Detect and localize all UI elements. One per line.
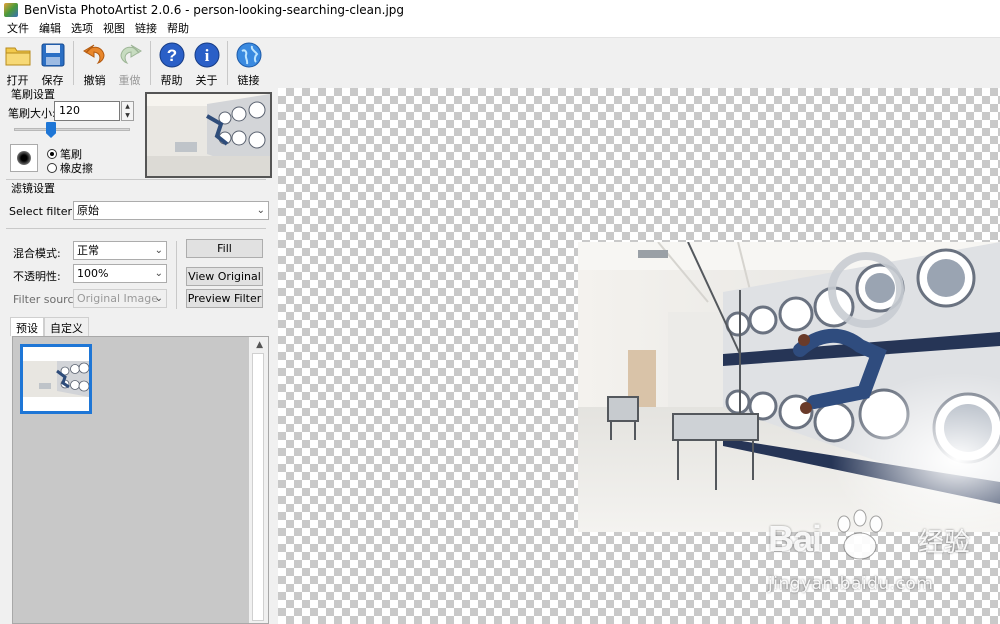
chevron-down-icon: ⌄ [154,245,163,256]
chevron-down-icon: ⌄ [256,205,265,216]
filter-source-value: Original Image [77,292,158,305]
menu-help[interactable]: 帮助 [162,20,194,38]
redo-arrow-icon [116,41,144,69]
preset-tabs: 预设 自定义 [10,317,89,336]
canvas-photo [578,242,1000,532]
scrollbar-thumb[interactable] [252,353,264,621]
toolbar-separator [227,41,228,85]
stepper-down-icon[interactable]: ▼ [122,111,133,120]
paw-print-icon [837,509,883,560]
brush-size-label: 笔刷大小: [8,107,56,120]
menu-edit[interactable]: 编辑 [34,20,66,38]
stepper-up-icon[interactable]: ▲ [122,102,133,111]
toolbar-separator [73,41,74,85]
brush-size-input[interactable]: 120 [54,101,120,121]
about-button[interactable]: i 关于 [189,41,224,88]
opacity-select[interactable]: 100% ⌄ [73,264,167,283]
settings-panel: 笔刷设置 笔刷大小: 120 ▲ ▼ 笔刷 橡皮擦 滤镜设置 Select fi… [0,86,275,624]
menu-file[interactable]: 文件 [2,20,34,38]
floppy-disk-icon [39,41,67,69]
globe-icon [235,41,263,69]
tab-presets[interactable]: 预设 [10,317,44,336]
undo-label: 撤销 [83,74,106,87]
folder-icon [4,41,32,69]
eraser-mode-radio[interactable]: 橡皮擦 [47,160,93,176]
menu-links[interactable]: 链接 [130,20,162,38]
info-icon: i [193,41,221,69]
filter-settings-title: 滤镜设置 [9,180,57,196]
undo-arrow-icon [81,41,109,69]
menu-view[interactable]: 视图 [98,20,130,38]
preview-filter-button[interactable]: Preview Filter [186,289,263,308]
watermark: Bai 经验 jingyan.baidu.com [768,509,998,608]
laundromat-photo [578,242,1000,532]
chevron-down-icon: ⌄ [154,268,163,279]
redo-button[interactable]: 重做 [112,41,147,88]
watermark-brand: 经验 [918,528,971,558]
presets-list: ▲ [12,336,269,624]
title-bar: BenVista PhotoArtist 2.0.6 - person-look… [0,0,1000,20]
menu-options[interactable]: 选项 [66,20,98,38]
svg-text:?: ? [166,46,176,65]
help-button[interactable]: ? 帮助 [154,41,189,88]
chevron-down-icon: ⌄ [154,293,163,304]
preset-thumbnail-image [23,347,89,411]
app-icon [4,3,18,17]
radio-icon[interactable] [47,149,57,159]
svg-text:i: i [204,46,209,65]
blend-mode-value: 正常 [77,244,99,257]
filter-select-value: 原始 [77,204,99,217]
image-canvas[interactable]: Bai 经验 jingyan.baidu.com [278,88,1000,624]
view-original-button[interactable]: View Original [186,267,263,286]
brush-settings-title: 笔刷设置 [9,86,57,102]
filter-source-select: Original Image ⌄ [73,289,167,308]
opacity-label: 不透明性: [13,270,61,283]
section-divider [6,228,266,229]
radio-icon[interactable] [47,163,57,173]
link-button[interactable]: 链接 [231,41,266,88]
vertical-divider [176,241,177,309]
navigator-thumbnail[interactable] [145,92,272,178]
question-mark-icon: ? [158,41,186,69]
preset-item-original[interactable] [20,344,92,414]
about-label: 关于 [195,74,218,87]
brush-tip-icon [17,151,31,165]
open-button[interactable]: 打开 [0,41,35,88]
redo-label: 重做 [118,74,141,87]
opacity-value: 100% [77,267,109,280]
watermark-url: jingyan.baidu.com [768,574,934,594]
laundromat-thumbnail-image [147,94,270,176]
undo-button[interactable]: 撤销 [77,41,112,88]
menu-bar: 文件 编辑 选项 视图 链接 帮助 [0,20,1000,38]
link-label: 链接 [237,74,260,87]
blend-mode-label: 混合模式: [13,247,61,260]
tab-custom[interactable]: 自定义 [44,317,89,336]
toolbar: 打开 保存 撤销 重做 ? 帮助 i 关于 链接 [0,38,1000,88]
window-title: BenVista PhotoArtist 2.0.6 - person-look… [24,3,405,17]
presets-scrollbar[interactable]: ▲ [249,337,268,623]
brush-size-stepper[interactable]: ▲ ▼ [121,101,134,121]
toolbar-separator [150,41,151,85]
watermark-logo-text: Bai [768,518,822,559]
scroll-up-arrow-icon[interactable]: ▲ [256,340,263,350]
brush-size-slider-thumb[interactable] [46,122,56,138]
eraser-mode-label: 橡皮擦 [60,162,93,175]
brush-size-slider[interactable] [14,128,130,131]
fill-button[interactable]: Fill [186,239,263,258]
brush-preview [10,144,38,172]
select-filter-label: Select filter: [9,205,76,218]
blend-mode-select[interactable]: 正常 ⌄ [73,241,167,260]
help-label: 帮助 [160,74,183,87]
filter-select[interactable]: 原始 ⌄ [73,201,269,220]
save-button[interactable]: 保存 [35,41,70,88]
